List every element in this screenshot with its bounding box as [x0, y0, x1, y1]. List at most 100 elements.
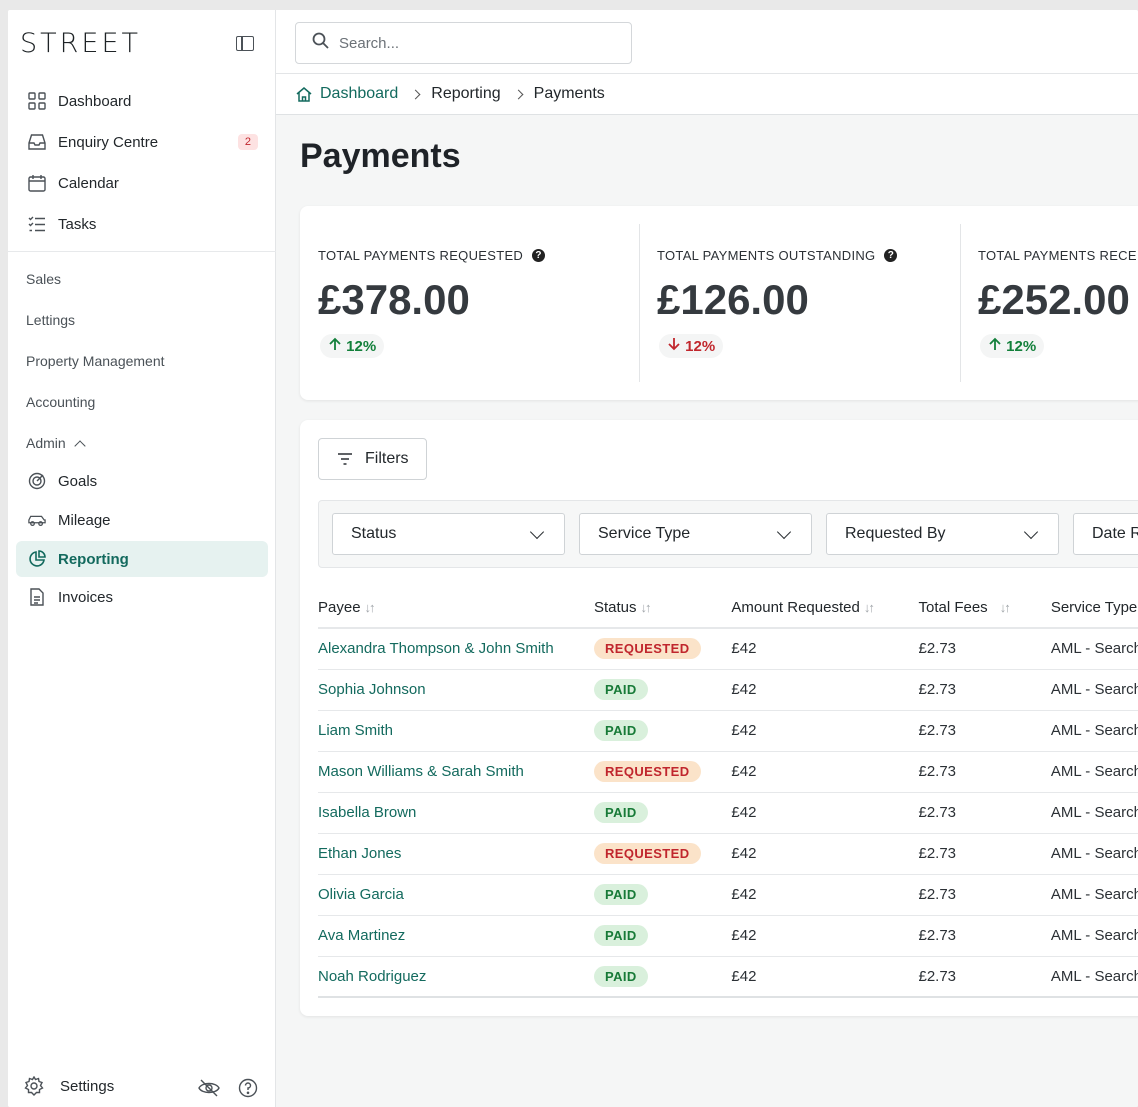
amount-cell: £42	[713, 874, 901, 916]
fees-cell: £2.73	[900, 956, 1033, 998]
table-header-row: Payee ↓↑ Status ↓↑ Amount Requested ↓↑ Tota…	[318, 588, 1138, 629]
table-row[interactable]: Alexandra Thompson & John Smith REQUESTED…	[318, 628, 1138, 670]
service-type-select[interactable]: Service Type	[579, 513, 812, 555]
stat-change: 12%	[320, 334, 385, 358]
payee-link[interactable]: Alexandra Thompson & John Smith	[318, 628, 576, 670]
sidebar-item-invoices[interactable]: Invoices	[16, 579, 268, 615]
breadcrumb-current: Payments	[533, 85, 605, 102]
status-badge: PAID	[594, 925, 648, 946]
payee-link[interactable]: Liam Smith	[318, 710, 576, 752]
service-cell: AML - Search	[1032, 710, 1138, 752]
sidebar-item-goals[interactable]: Goals	[16, 463, 268, 499]
footer-actions	[198, 1078, 258, 1103]
search-box[interactable]	[295, 22, 632, 64]
stat-change: 12%	[659, 334, 724, 358]
stat-label: TOTAL PAYMENTS REQUESTED?	[318, 248, 546, 263]
payee-link[interactable]: Ethan Jones	[318, 833, 576, 875]
date-range-select[interactable]: Date Range	[1073, 513, 1138, 555]
help-icon[interactable]	[238, 1078, 258, 1103]
table-row[interactable]: Olivia Garcia PAID £42 £2.73 AML - Search	[318, 874, 1138, 916]
sidebar-item-reporting[interactable]: Reporting	[16, 541, 268, 577]
table-row[interactable]: Isabella Brown PAID £42 £2.73 AML - Search	[318, 792, 1138, 834]
sidebar-section-property-management[interactable]: Property Management	[26, 353, 165, 369]
filter-row: Status Service Type Requested By Date Ra…	[318, 500, 1138, 568]
sidebar-toggle-icon[interactable]	[236, 36, 254, 51]
status-badge: PAID	[594, 720, 648, 741]
stat-value: £252.00	[978, 276, 1130, 323]
sort-icon: ↓↑	[863, 600, 875, 615]
stat-divider	[639, 224, 640, 382]
column-header-fees[interactable]: Total Fees ↓↑	[900, 588, 1033, 629]
home-icon	[296, 86, 312, 102]
sidebar-item-tasks[interactable]: Tasks	[16, 206, 268, 242]
sidebar-section-admin[interactable]: Admin	[26, 435, 86, 452]
calendar-icon	[28, 174, 46, 192]
app-window: STREET Dashboard Enquiry Centre 2 Calend…	[8, 10, 1138, 1107]
status-badge: PAID	[594, 884, 648, 905]
payee-link[interactable]: Mason Williams & Sarah Smith	[318, 751, 576, 793]
fees-cell: £2.73	[900, 874, 1033, 916]
table-row[interactable]: Sophia Johnson PAID £42 £2.73 AML - Search	[318, 669, 1138, 711]
service-cell: AML - Search	[1032, 956, 1138, 998]
status-cell: PAID	[576, 669, 714, 711]
amount-cell: £42	[713, 628, 901, 670]
service-cell: AML - Search	[1032, 874, 1138, 916]
breadcrumb-reporting[interactable]: Reporting	[431, 85, 500, 103]
payee-link[interactable]: Noah Rodriguez	[318, 956, 576, 998]
fees-cell: £2.73	[900, 751, 1033, 793]
fees-cell: £2.73	[900, 710, 1033, 752]
column-header-service[interactable]: Service Type	[1032, 588, 1138, 629]
status-badge: PAID	[594, 965, 648, 987]
sidebar-section-lettings[interactable]: Lettings	[26, 312, 75, 328]
table-row[interactable]: Ethan Jones REQUESTED £42 £2.73 AML - Search	[318, 833, 1138, 875]
eye-off-icon[interactable]	[198, 1078, 220, 1103]
table-row[interactable]: Liam Smith PAID £42 £2.73 AML - Search	[318, 710, 1138, 752]
sidebar-item-calendar[interactable]: Calendar	[16, 165, 268, 201]
sidebar-section-sales[interactable]: Sales	[26, 271, 61, 287]
search-input[interactable]	[339, 34, 609, 52]
status-badge: REQUESTED	[594, 638, 701, 660]
sidebar-item-label: Goals	[58, 472, 98, 490]
inbox-icon	[28, 133, 46, 151]
column-header-payee[interactable]: Payee ↓↑	[318, 588, 576, 629]
payee-link[interactable]: Sophia Johnson	[318, 669, 576, 711]
sort-icon: ↓↑	[364, 600, 376, 615]
sort-icon: ↓↑	[999, 600, 1011, 615]
sidebar-item-label: Reporting	[58, 550, 129, 568]
sidebar-item-label: Invoices	[58, 588, 114, 606]
arrow-up-icon	[328, 337, 342, 355]
service-cell: AML - Search	[1032, 833, 1138, 875]
service-cell: AML - Search	[1032, 915, 1138, 957]
table-row[interactable]: Ava Martinez PAID £42 £2.73 AML - Search	[318, 915, 1138, 957]
chevron-up-icon	[74, 440, 86, 452]
sidebar-item-enquiry-centre[interactable]: Enquiry Centre 2	[16, 124, 268, 160]
payee-link[interactable]: Isabella Brown	[318, 792, 576, 834]
service-cell: AML - Search	[1032, 792, 1138, 834]
amount-cell: £42	[713, 751, 901, 793]
target-icon	[28, 472, 46, 490]
document-icon	[28, 588, 46, 606]
filters-button[interactable]: Filters	[318, 438, 427, 480]
sidebar-section-accounting[interactable]: Accounting	[26, 394, 95, 410]
column-header-status[interactable]: Status ↓↑	[576, 588, 714, 629]
info-icon[interactable]: ?	[532, 249, 546, 262]
status-select[interactable]: Status	[332, 513, 565, 555]
stat-label: TOTAL PAYMENTS RECEIVED	[978, 248, 1138, 263]
table-row[interactable]: Noah Rodriguez PAID £42 £2.73 AML - Search	[318, 956, 1138, 998]
table-row[interactable]: Mason Williams & Sarah Smith REQUESTED £42…	[318, 751, 1138, 793]
column-header-amount[interactable]: Amount Requested ↓↑	[713, 588, 901, 629]
page-title: Payments	[300, 137, 461, 175]
sidebar-item-mileage[interactable]: Mileage	[16, 502, 268, 538]
breadcrumb-home[interactable]: Dashboard	[296, 85, 398, 103]
sidebar-item-dashboard[interactable]: Dashboard	[16, 83, 268, 119]
settings-link[interactable]: Settings	[24, 1075, 114, 1096]
chevron-down-icon	[1023, 524, 1039, 540]
requested-by-select[interactable]: Requested By	[826, 513, 1059, 555]
status-badge: REQUESTED	[594, 843, 701, 864]
sidebar: STREET Dashboard Enquiry Centre 2 Calend…	[8, 10, 276, 1107]
sidebar-item-label: Mileage	[58, 511, 111, 529]
car-icon	[28, 511, 46, 529]
payee-link[interactable]: Ava Martinez	[318, 915, 576, 957]
info-icon[interactable]: ?	[884, 249, 898, 262]
payee-link[interactable]: Olivia Garcia	[318, 874, 576, 916]
